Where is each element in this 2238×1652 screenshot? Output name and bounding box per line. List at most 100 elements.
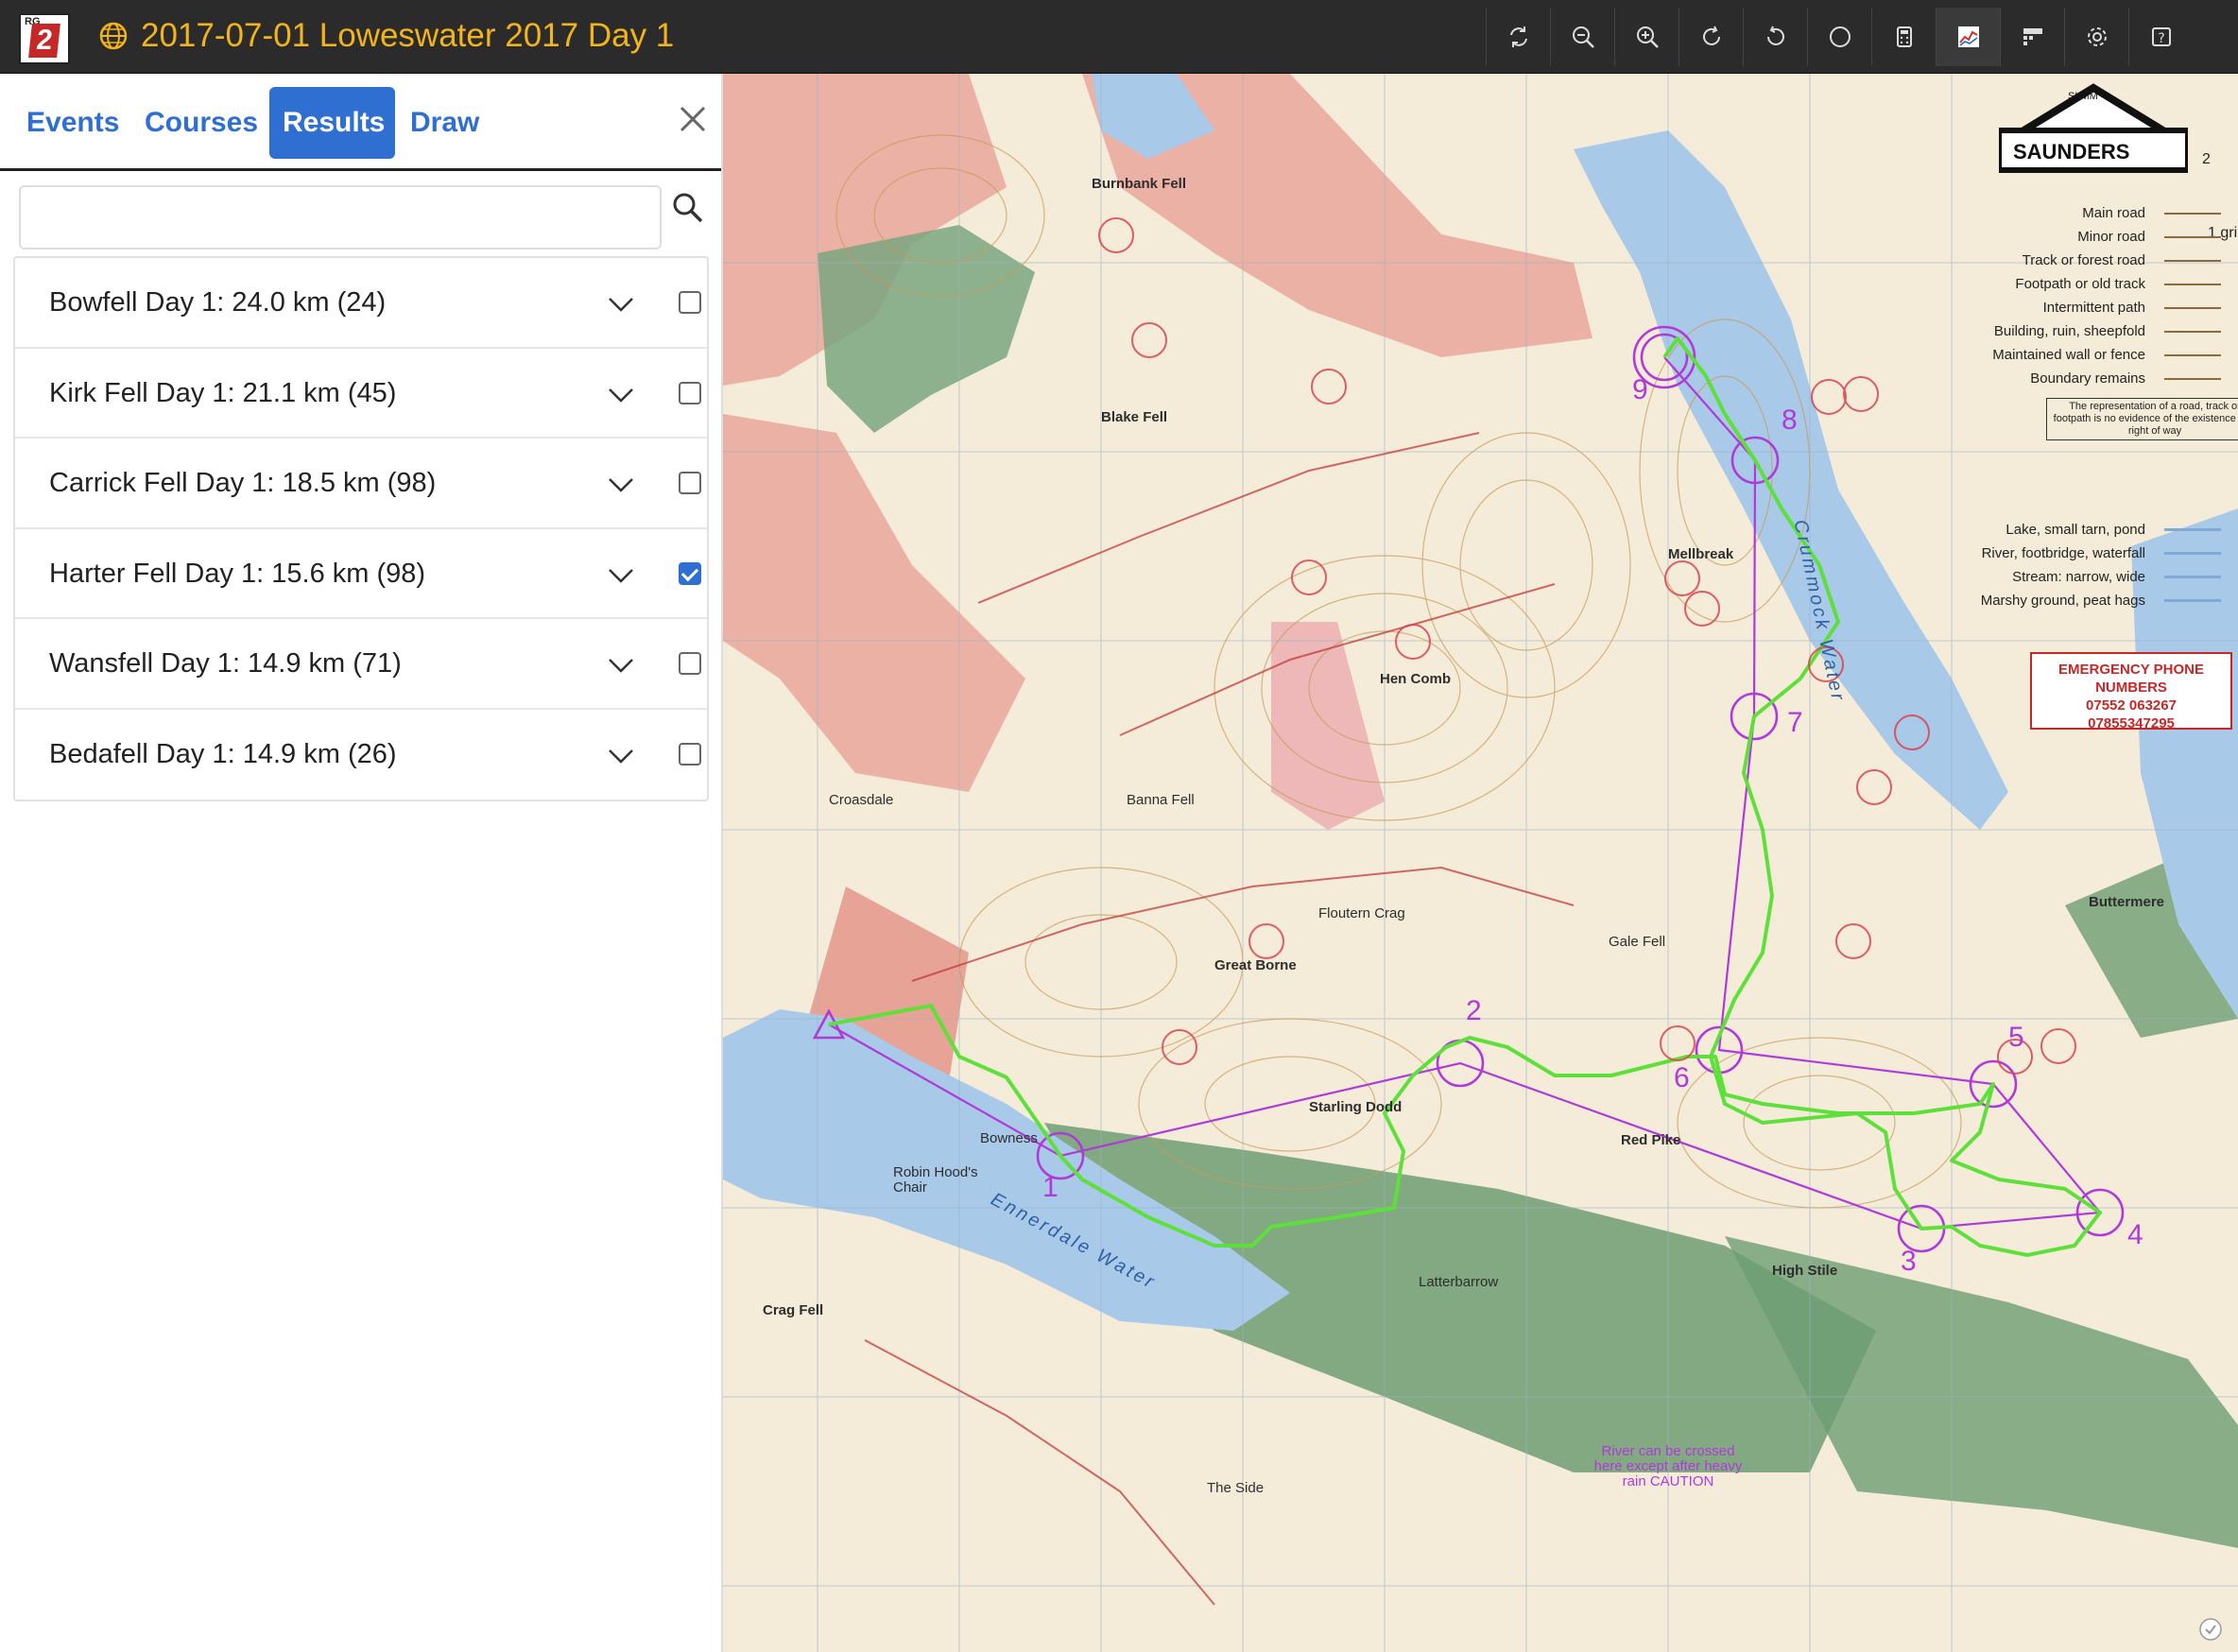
chevron-down-icon[interactable] <box>605 740 637 772</box>
place-label: The Side <box>1207 1480 1265 1496</box>
place-label: Floutern Crag <box>1318 905 1405 921</box>
course-checkbox[interactable] <box>679 561 701 585</box>
course-checkbox[interactable] <box>679 472 701 494</box>
course-checkbox[interactable] <box>679 291 701 314</box>
graph-button[interactable] <box>1936 8 2000 66</box>
chevron-down-icon[interactable] <box>605 469 637 501</box>
help-icon: ? <box>2151 27 2171 46</box>
emergency-title: EMERGENCY PHONE NUMBERS <box>2058 662 2204 696</box>
chevron-down-icon[interactable] <box>605 649 637 681</box>
course-label: Kirk Fell Day 1: 21.1 km (45) <box>49 377 397 408</box>
legend-item: Boundary remains <box>1956 367 2238 390</box>
control-number: 9 <box>1632 374 1648 405</box>
map-legend: Main road Minor road Track or forest roa… <box>1956 201 2238 440</box>
rotate-left-icon <box>1766 26 1784 45</box>
map-canvas[interactable]: Burnbank Fell Blake Fell Mellbreak Hen C… <box>723 74 2238 1652</box>
refresh-icon <box>1509 26 1527 47</box>
course-checkbox[interactable] <box>679 652 701 675</box>
legend-item: Track or forest road <box>1956 249 2238 272</box>
check-circle-icon[interactable] <box>2197 1616 2224 1643</box>
course-label: Wansfell Day 1: 14.9 km (71) <box>49 648 402 679</box>
emergency-box: EMERGENCY PHONE NUMBERS 07552 063267 078… <box>2030 652 2232 731</box>
search-input[interactable] <box>19 185 662 250</box>
legend-item: Lake, small tarn, pond <box>1956 518 2238 542</box>
split-times-icon <box>2023 28 2042 45</box>
page-number: 2 <box>2202 151 2211 167</box>
list-item[interactable]: Carrick Fell Day 1: 18.5 km (98) <box>15 439 707 529</box>
place-label: Banna Fell <box>1127 792 1195 808</box>
place-label: Latterbarrow <box>1419 1274 1499 1290</box>
search-icon[interactable] <box>669 189 707 227</box>
control-number: 1 <box>1042 1172 1059 1203</box>
panel-tabs: Events Courses Results Draw <box>0 74 721 171</box>
chevron-down-icon[interactable] <box>605 379 637 411</box>
logo-number: 2 <box>28 24 60 58</box>
control-number: 5 <box>2008 1022 2024 1053</box>
caution-note: River can be crossed here except after h… <box>1593 1443 1743 1489</box>
tab-events[interactable]: Events <box>13 87 132 159</box>
zoom-out-button[interactable] <box>1550 8 1614 66</box>
list-item[interactable]: Bowfell Day 1: 24.0 km (24) <box>15 258 707 349</box>
tab-courses[interactable]: Courses <box>131 87 271 159</box>
place-label: Burnbank Fell <box>1092 176 1187 192</box>
control-number: 3 <box>1901 1246 1917 1277</box>
legend-item: Building, ruin, sheepfold <box>1956 319 2238 343</box>
list-item[interactable]: Harter Fell Day 1: 15.6 km (98) <box>15 529 707 619</box>
rotate-right-button[interactable] <box>1678 8 1743 66</box>
legend-note: The representation of a road, track or f… <box>2046 398 2238 440</box>
place-label: Hen Comb <box>1380 671 1451 687</box>
legend-item: Minor road <box>1956 225 2238 249</box>
tab-results[interactable]: Results <box>269 87 395 159</box>
zoom-in-button[interactable] <box>1614 8 1678 66</box>
zoom-out-icon <box>1572 26 1594 48</box>
gear-icon <box>2087 27 2107 46</box>
place-label: Great Borne <box>1214 957 1297 973</box>
legend-item: River, footbridge, waterfall <box>1956 542 2238 565</box>
tab-draw[interactable]: Draw <box>397 87 492 159</box>
calculator-button[interactable] <box>1871 8 1936 66</box>
place-label: High Stile <box>1772 1263 1838 1279</box>
legend-item: Footpath or old track <box>1956 272 2238 296</box>
brand-small-text: SLMM <box>2068 91 2098 102</box>
chevron-down-icon[interactable] <box>605 288 637 320</box>
svg-text:?: ? <box>2158 31 2164 46</box>
rotate-right-icon <box>1702 26 1720 45</box>
split-times-button[interactable] <box>2000 8 2064 66</box>
list-item[interactable]: Bedafell Day 1: 14.9 km (26) <box>15 710 707 800</box>
map-toolbar: ? <box>1486 8 2193 66</box>
calculator-icon <box>1896 26 1912 47</box>
control-number: 4 <box>2127 1219 2143 1250</box>
legend-item: Maintained wall or fence <box>1956 343 2238 367</box>
rotate-left-button[interactable] <box>1743 8 1807 66</box>
list-item[interactable]: Wansfell Day 1: 14.9 km (71) <box>15 619 707 710</box>
legend-item: Stream: narrow, wide <box>1956 565 2238 589</box>
place-label: Starling Dodd <box>1309 1099 1403 1115</box>
chevron-down-icon[interactable] <box>605 559 637 592</box>
zoom-in-icon <box>1636 26 1659 48</box>
course-checkbox[interactable] <box>679 381 701 404</box>
brand-text: SAUNDERS <box>2013 140 2130 163</box>
place-label: Buttermere <box>2089 894 2165 910</box>
course-list: Bowfell Day 1: 24.0 km (24) Kirk Fell Da… <box>13 256 709 801</box>
place-label: Robin Hood's Chair <box>893 1164 978 1196</box>
settings-button[interactable] <box>2064 8 2128 66</box>
control-number: 2 <box>1466 995 1482 1026</box>
place-label: Croasdale <box>829 792 894 808</box>
emergency-phone: 07855347295 <box>2088 715 2175 731</box>
refresh-button[interactable] <box>1486 8 1550 66</box>
list-item[interactable]: Kirk Fell Day 1: 21.1 km (45) <box>15 349 707 439</box>
circle-button[interactable] <box>1807 8 1871 66</box>
help-button[interactable]: ? <box>2128 8 2193 66</box>
place-label: Mellbreak <box>1668 546 1734 562</box>
top-bar: RG 2 2017-07-01 Loweswater 2017 Day 1 ? <box>0 0 2238 74</box>
course-checkbox[interactable] <box>679 742 701 766</box>
place-label: Gale Fell <box>1609 934 1666 950</box>
results-panel: Events Courses Results Draw Bowfell Day … <box>0 74 723 1652</box>
map-legend-water: Lake, small tarn, pond River, footbridge… <box>1956 518 2238 612</box>
place-label: Blake Fell <box>1101 409 1168 425</box>
emergency-phone: 07552 063267 <box>2086 697 2177 714</box>
legend-item: Main road <box>1956 201 2238 225</box>
course-label: Bowfell Day 1: 24.0 km (24) <box>49 287 387 318</box>
circle-icon <box>1829 26 1851 47</box>
close-icon[interactable] <box>674 100 712 138</box>
